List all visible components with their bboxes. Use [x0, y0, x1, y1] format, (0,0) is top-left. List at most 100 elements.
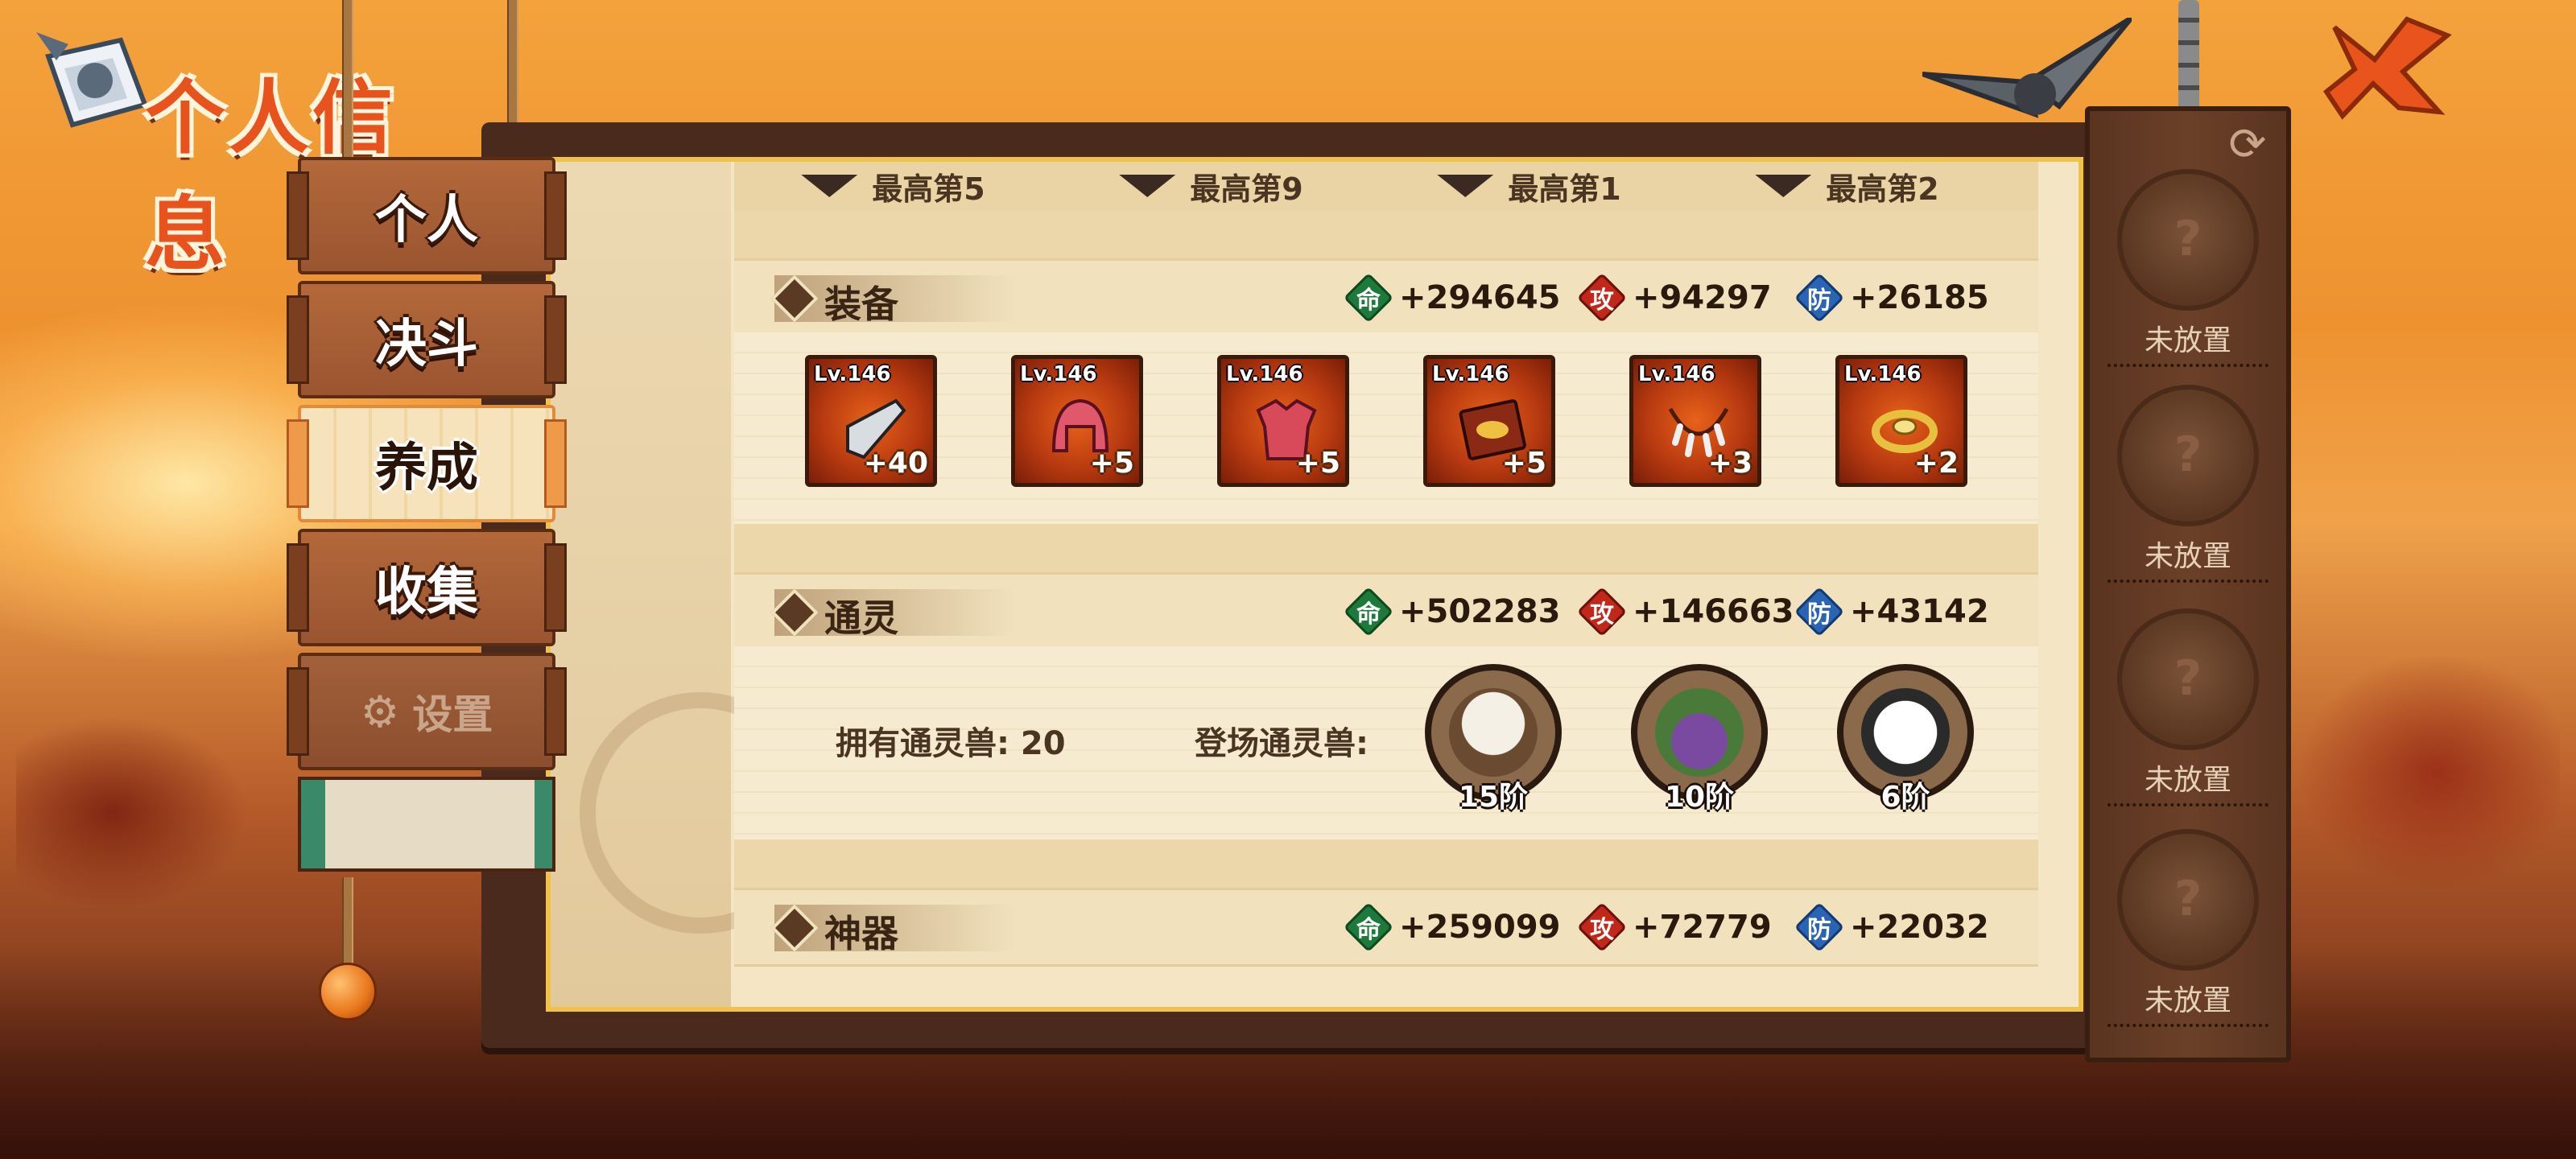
hp-badge-icon: 命: [1346, 905, 1391, 950]
section-title: 装备: [824, 283, 898, 326]
section-title: 神器: [824, 912, 898, 955]
hp-badge-icon: 命: [1346, 275, 1391, 320]
owned-summon-count: 拥有通灵兽: 20: [836, 725, 1066, 762]
equipment-plus: +2: [1913, 447, 1959, 480]
stat-defense: 防 +26185: [1797, 275, 1989, 320]
tab-duel[interactable]: 决斗: [287, 281, 567, 398]
stat-value: +26185: [1850, 279, 1989, 316]
toad-placeholder-icon: ?: [2117, 608, 2259, 750]
equipment-slot[interactable]: Lv.146 +3: [1629, 355, 1761, 487]
attack-badge-icon: 攻: [1579, 589, 1624, 634]
equipment-level: Lv.146: [1638, 362, 1715, 386]
slot-label: 未放置: [2107, 977, 2268, 1027]
section-gap: [734, 524, 2038, 572]
summon-section-header: 通灵 命 +502283 攻 +146663 防 +43142: [734, 572, 2038, 651]
def-badge-label: 防: [1807, 916, 1831, 944]
tab-label: 养成: [375, 438, 478, 498]
def-badge-label: 防: [1807, 287, 1831, 315]
tab-collection[interactable]: 收集: [287, 529, 567, 646]
empty-slot[interactable]: ? 未放置: [2107, 608, 2268, 806]
rank-text: 最高第2: [1826, 171, 1939, 207]
def-badge-label: 防: [1807, 600, 1831, 629]
profile-icon: [36, 32, 148, 128]
rank-text: 最高第5: [872, 171, 985, 207]
summon-rank: 6阶: [1880, 781, 1930, 814]
defense-badge-icon: 防: [1797, 905, 1842, 950]
equipment-plus: +5: [1501, 447, 1546, 480]
equipment-level: Lv.146: [814, 362, 891, 386]
rank-icon: [1437, 175, 1494, 197]
equipment-level: Lv.146: [1020, 362, 1097, 386]
tab-training[interactable]: 养成: [287, 405, 567, 522]
attack-badge-icon: 攻: [1579, 275, 1624, 320]
rank-icon: [1755, 175, 1812, 197]
question-mark-icon: ?: [2174, 871, 2202, 927]
stat-defense: 防 +43142: [1797, 589, 1989, 634]
stat-value: +146663: [1633, 593, 1794, 630]
equipment-slot[interactable]: Lv.146 +5: [1423, 355, 1555, 487]
question-mark-icon: ?: [2174, 211, 2202, 267]
equipment-plus: +5: [1295, 447, 1340, 480]
stat-hp: 命 +259099: [1346, 905, 1561, 950]
active-summon-label: 登场通灵兽:: [1195, 725, 1368, 762]
stat-attack: 攻 +94297: [1579, 275, 1772, 320]
side-menu: 个人 决斗 养成 收集 ⚙ 设置: [287, 157, 567, 872]
tab-label: 设置: [412, 691, 493, 738]
stat-attack: 攻 +146663: [1579, 589, 1794, 634]
stat-hp: 命 +502283: [1346, 589, 1561, 634]
defense-badge-icon: 防: [1797, 589, 1842, 634]
toad-placeholder-icon: ?: [2117, 829, 2259, 971]
empty-slot[interactable]: ? 未放置: [2107, 385, 2268, 583]
tab-personal[interactable]: 个人: [287, 157, 567, 274]
bell-ornament: [319, 963, 377, 1021]
tab-label: 收集: [375, 562, 478, 622]
page-header: 个人信息: [24, 16, 459, 282]
rank-icon: [801, 175, 858, 197]
stat-value: +43142: [1850, 593, 1989, 630]
equipment-slot[interactable]: Lv.146 +40: [805, 355, 937, 487]
stat-hp: 命 +294645: [1346, 275, 1561, 320]
equipment-slot[interactable]: Lv.146 +5: [1217, 355, 1349, 487]
stat-attack: 攻 +72779: [1579, 905, 1772, 950]
equipment-level: Lv.146: [1432, 362, 1509, 386]
stat-value: +22032: [1850, 909, 1989, 946]
atk-badge-label: 攻: [1590, 287, 1614, 315]
equipment-slot[interactable]: Lv.146 +5: [1011, 355, 1143, 487]
rank-text: 最高第9: [1190, 171, 1303, 207]
atk-badge-label: 攻: [1590, 600, 1614, 629]
training-content: 最高第5 最高第9 最高第1 最高第2 装备 命 +294645 攻 +9429…: [734, 162, 2038, 1007]
summon-list: 拥有通灵兽: 20 登场通灵兽: 15阶 10阶 6阶: [734, 646, 2038, 839]
monkey-summon-icon: [1449, 688, 1538, 777]
hp-badge-label: 命: [1356, 600, 1381, 629]
stat-value: +259099: [1399, 909, 1561, 946]
rank-icon: [1119, 175, 1176, 197]
tab-label: 决斗: [375, 314, 478, 374]
equipment-plus: +3: [1707, 447, 1752, 480]
equipment-list: Lv.146 +40 Lv.146 +5 Lv.146 +5 Lv.146 +5…: [734, 332, 2038, 524]
gear-icon: ⚙: [360, 686, 400, 737]
stat-value: +294645: [1399, 279, 1561, 316]
stat-value: +72779: [1633, 909, 1772, 946]
background-ninja-silhouette-right: [2286, 644, 2560, 901]
panda-summon-icon: [1861, 688, 1950, 777]
empty-slot[interactable]: ? 未放置: [2107, 169, 2268, 367]
equipment-section-header: 装备 命 +294645 攻 +94297 防 +26185: [734, 258, 2038, 337]
question-mark-icon: ?: [2174, 427, 2202, 483]
stat-value: +502283: [1399, 593, 1561, 630]
hanging-chain: [2178, 0, 2199, 113]
hp-badge-label: 命: [1356, 916, 1381, 944]
rank-item: 最高第1: [1370, 162, 1688, 210]
hp-badge-icon: 命: [1346, 589, 1391, 634]
refresh-icon[interactable]: ⟳: [2223, 121, 2272, 169]
equipment-slot[interactable]: Lv.146 +2: [1835, 355, 1967, 487]
equipment-level: Lv.146: [1844, 362, 1922, 386]
stat-value: +94297: [1633, 279, 1772, 316]
section-gap: [734, 839, 2038, 888]
hanging-rope: [342, 0, 353, 161]
close-icon[interactable]: [2318, 11, 2463, 132]
rank-text: 最高第1: [1508, 171, 1621, 207]
tab-label: 个人: [375, 190, 478, 250]
empty-slot[interactable]: ? 未放置: [2107, 829, 2268, 1027]
rank-item: 最高第2: [1688, 162, 2006, 210]
tab-settings[interactable]: ⚙ 设置: [287, 653, 567, 770]
